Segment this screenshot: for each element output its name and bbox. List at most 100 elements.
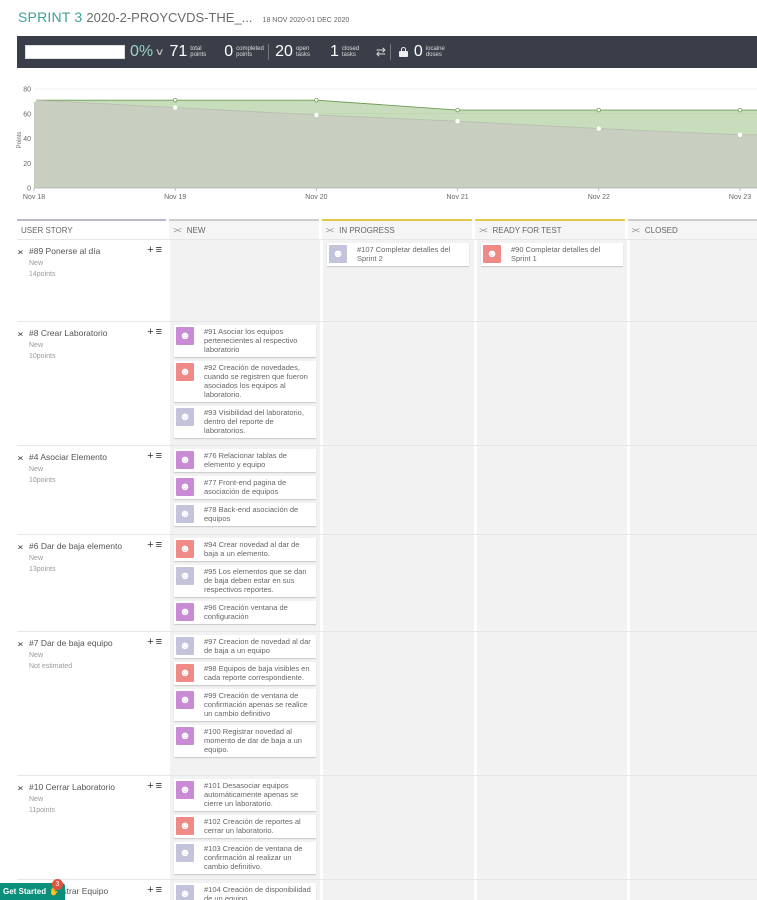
task-card[interactable]: ☻ #100 Registrar novedad al momento de da… (174, 725, 316, 757)
avatar[interactable]: ☻ (176, 885, 194, 900)
avatar[interactable]: ☻ (176, 451, 194, 469)
avatar[interactable]: ☻ (176, 363, 194, 381)
add-task-icon[interactable]: + (147, 780, 155, 792)
collapse-icon[interactable]: ✕ (17, 455, 24, 462)
task-title[interactable]: #92 Creación de novedades, cuando se reg… (204, 363, 313, 399)
avatar[interactable]: ☻ (176, 817, 194, 835)
chevron-down-icon[interactable]: ∨ (155, 47, 165, 58)
sprint-title: SPRINT 3 2020-2-PROYCVDS-THE_... 18 NOV … (18, 9, 349, 29)
task-title[interactable]: #77 Front-end pagina de asociación de eq… (204, 478, 313, 496)
task-card[interactable]: ☻ #92 Creación de novedades, cuando se re… (174, 361, 316, 402)
open-tasks-stat: 20 open tasks (275, 43, 324, 61)
task-title[interactable]: #100 Registrar novedad al momento de dar… (204, 727, 313, 754)
collapse-icon[interactable]: ✕ (17, 331, 24, 338)
task-title[interactable]: #98 Equipos de baja visibles en cada rep… (204, 664, 313, 682)
user-story-title[interactable]: #89 Ponerse al día (29, 246, 100, 256)
collapse-icon[interactable]: ✕ (17, 544, 24, 551)
avatar[interactable]: ☻ (176, 844, 194, 862)
task-title[interactable]: #93 Visibilidad del laboratorio, dentro … (204, 408, 313, 435)
column-header-user-story: USER STORY (17, 219, 167, 239)
avatar[interactable]: ☻ (176, 691, 194, 709)
notification-badge: 3 (52, 879, 63, 890)
task-title[interactable]: #76 Relacionar tablas de elemento y equi… (204, 451, 313, 469)
avatar[interactable]: ☻ (176, 478, 194, 496)
taskboard-cell: ☻ #76 Relacionar tablas de elemento y equ… (170, 446, 320, 534)
avatar[interactable]: ☻ (176, 505, 194, 523)
bulk-add-icon[interactable]: ≡ (156, 326, 164, 338)
user-story-title[interactable]: #7 Dar de baja equipo (29, 638, 113, 648)
user-story-title[interactable]: #6 Dar de baja elemento (29, 541, 122, 551)
user-story-title[interactable]: #4 Asociar Elemento (29, 452, 107, 462)
avatar[interactable]: ☻ (176, 664, 194, 682)
add-task-icon[interactable]: + (147, 450, 155, 462)
task-title[interactable]: #97 Creacion de novedad al dar de baja a… (204, 637, 313, 655)
task-title[interactable]: #107 Completar detalles del Sprint 2 (357, 245, 466, 263)
task-title[interactable]: #103 Creación de ventana de confirmación… (204, 844, 313, 871)
swap-icon[interactable]: ⇄ (376, 45, 386, 59)
task-card[interactable]: ☻ #93 Visibilidad del laboratorio, dentro… (174, 406, 316, 438)
task-card[interactable]: ☻ #107 Completar detalles del Sprint 2 (327, 243, 469, 266)
user-story-title[interactable]: #8 Crear Laboratorio (29, 328, 107, 338)
avatar[interactable]: ☻ (483, 245, 501, 263)
task-title[interactable]: #99 Creación de ventana de confirmación … (204, 691, 313, 718)
task-title[interactable]: #104 Creación de disponibilidad de un eq… (204, 885, 313, 900)
task-card[interactable]: ☻ #101 Desasociar equipos automáticamente… (174, 779, 316, 811)
task-card[interactable]: ☻ #103 Creación de ventana de confirmació… (174, 842, 316, 874)
task-title[interactable]: #102 Creación de reportes al cerrar un l… (204, 817, 313, 835)
bulk-add-icon[interactable]: ≡ (156, 244, 164, 256)
avatar[interactable]: ☻ (176, 567, 194, 585)
task-card[interactable]: ☻ #78 Back-end asociación de equipos (174, 503, 316, 526)
task-card[interactable]: ☻ #97 Creacion de novedad al dar de baja … (174, 635, 316, 658)
taskboard-cell (477, 535, 627, 631)
avatar[interactable]: ☻ (176, 327, 194, 345)
add-task-icon[interactable]: + (147, 244, 155, 256)
avatar[interactable]: ☻ (176, 603, 194, 621)
fold-column-icon[interactable]: >< (632, 226, 640, 235)
task-title[interactable]: #78 Back-end asociación de equipos (204, 505, 313, 523)
task-title[interactable]: #101 Desasociar equipos automáticamente … (204, 781, 313, 808)
task-card[interactable]: ☻ #91 Asociar los equipos pertenecientes … (174, 325, 316, 357)
task-card[interactable]: ☻ #99 Creación de ventana de confirmación… (174, 689, 316, 721)
story-row: ✕#11 Registrar EquipoNew+≡☻#104 Creación… (17, 879, 757, 900)
add-task-icon[interactable]: + (147, 539, 155, 551)
add-task-icon[interactable]: + (147, 326, 155, 338)
task-title[interactable]: #96 Creación ventana de configuración (204, 603, 313, 621)
task-card[interactable]: ☻ #90 Completar detalles del Sprint 1 (481, 243, 623, 266)
user-story-title[interactable]: #10 Cerrar Laboratorio (29, 782, 115, 792)
avatar[interactable]: ☻ (176, 408, 194, 426)
iocaine-value: 0 (413, 43, 423, 60)
fold-column-icon[interactable]: >< (326, 226, 334, 235)
collapse-icon[interactable]: ✕ (17, 641, 24, 648)
fold-column-icon[interactable]: >< (479, 226, 487, 235)
bulk-add-icon[interactable]: ≡ (156, 884, 164, 896)
project-name[interactable]: 2020-2-PROYCVDS-THE_... (86, 10, 252, 25)
task-card[interactable]: ☻ #76 Relacionar tablas de elemento y equ… (174, 449, 316, 472)
collapse-icon[interactable]: ✕ (17, 249, 24, 256)
bulk-add-icon[interactable]: ≡ (156, 636, 164, 648)
x-tick-label: Nov 18 (23, 194, 45, 201)
task-title[interactable]: #91 Asociar los equipos pertenecientes a… (204, 327, 313, 354)
task-card[interactable]: ☻ #95 Los elementos que se dan de baja de… (174, 565, 316, 597)
avatar[interactable]: ☻ (176, 781, 194, 799)
task-card[interactable]: ☻ #98 Equipos de baja visibles en cada re… (174, 662, 316, 685)
collapse-icon[interactable]: ✕ (17, 785, 24, 792)
task-card[interactable]: ☻ #104 Creación de disponibilidad de un e… (174, 883, 316, 900)
avatar[interactable]: ☻ (176, 637, 194, 655)
avatar[interactable]: ☻ (329, 245, 347, 263)
task-title[interactable]: #95 Los elementos que se dan de baja deb… (204, 567, 313, 594)
avatar[interactable]: ☻ (176, 540, 194, 558)
add-task-icon[interactable]: + (147, 884, 155, 896)
task-card[interactable]: ☻ #96 Creación ventana de configuración (174, 601, 316, 624)
task-card[interactable]: ☻ #77 Front-end pagina de asociación de e… (174, 476, 316, 499)
avatar[interactable]: ☻ (176, 727, 194, 745)
bulk-add-icon[interactable]: ≡ (156, 539, 164, 551)
task-title[interactable]: #90 Completar detalles del Sprint 1 (511, 245, 620, 263)
bulk-add-icon[interactable]: ≡ (156, 450, 164, 462)
add-task-icon[interactable]: + (147, 636, 155, 648)
task-card[interactable]: ☻ #94 Crear novedad al dar de baja a un e… (174, 538, 316, 561)
taskboard-cell: ☻ #101 Desasociar equipos automáticamente… (170, 776, 320, 879)
fold-column-icon[interactable]: >< (173, 226, 181, 235)
bulk-add-icon[interactable]: ≡ (156, 780, 164, 792)
task-title[interactable]: #94 Crear novedad al dar de baja a un el… (204, 540, 313, 558)
task-card[interactable]: ☻ #102 Creación de reportes al cerrar un … (174, 815, 316, 838)
